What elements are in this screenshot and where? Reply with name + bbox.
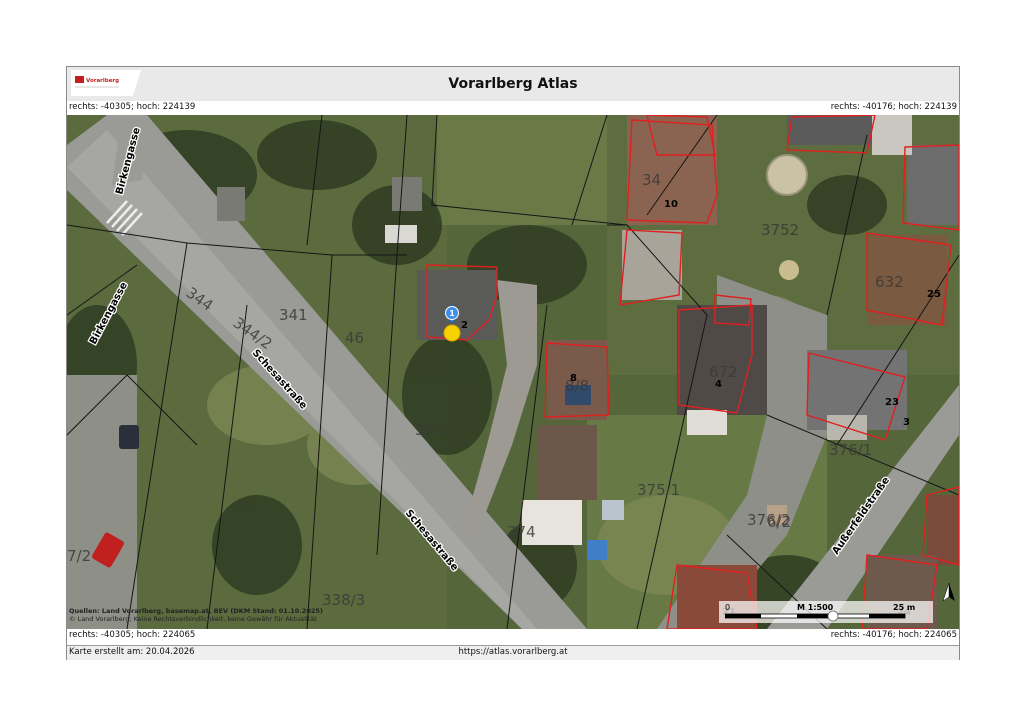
house-number: 23 [885,397,899,408]
coord-bottom-left: rechts: -40305; hoch: 224065 [69,630,196,640]
parking-area [67,375,137,629]
parcel-label: 6/2 [767,513,791,531]
house-number: 8 [570,373,577,384]
parcel-label: 46 [345,329,364,347]
parcel-label: 3752 [761,221,799,239]
parcel-label: 370/1 [415,421,458,439]
parcel-label: 34 [642,171,661,189]
house-number: 2 [461,320,468,331]
parcel-label: 8/8 [565,377,589,395]
coord-top-right: rechts: -40176; hoch: 224139 [830,102,957,112]
parcel-label: 376/1 [829,441,872,459]
footer-bar: Karte erstellt am: 20.04.2026 https://at… [67,645,959,660]
parcel-label: 338/3 [322,591,365,609]
parcel-label: 374 [507,523,536,541]
scale-ratio-label: M 1:500 [797,603,834,612]
bottom-coordinate-row: rechts: -40305; hoch: 224065 rechts: -40… [67,629,959,643]
map-sources: Quellen: Land Vorarlberg, basemap.at, BE… [69,607,323,623]
house-number: 3 [903,417,910,428]
aerial-map[interactable]: 344 344/2 341 46 370/1 374 375/1 376/2 3… [67,115,959,629]
north-arrow-icon [942,583,955,602]
coord-top-left: rechts: -40305; hoch: 224139 [69,102,196,112]
sources-line-1: Quellen: Land Vorarlberg, basemap.at, BE… [69,607,323,615]
scale-end-label: 25 m [893,603,915,612]
page-title: Vorarlberg Atlas [448,76,578,92]
sources-line-2: © Land Vorarlberg; Keine Rechtsverbindli… [69,615,317,623]
atlas-url-link[interactable]: https://atlas.vorarlberg.at [67,647,959,657]
house-number: 4 [715,379,722,390]
house-number: 25 [927,289,941,300]
parcel-label: 7/2 [67,547,91,565]
house-number: 10 [664,199,678,210]
map-canvas: 344 344/2 341 46 370/1 374 375/1 376/2 3… [67,115,959,629]
parcel-label: 375/1 [637,481,680,499]
top-coordinate-row: rechts: -40305; hoch: 224139 rechts: -40… [67,101,959,115]
marker-number: 1 [449,309,455,318]
scale-bar: 0 M 1:500 25 m [719,601,933,623]
scale-start-label: 0 [725,603,730,612]
header-bar: Vorarlberg Vorarlberg Atlas [67,67,959,102]
parcel-label: 341 [279,306,308,324]
map-print-frame: Vorarlberg Vorarlberg Atlas rechts: -403… [66,66,960,660]
parcel-label: 672 [709,363,738,381]
parcel-label: 632 [875,273,904,291]
coord-bottom-right: rechts: -40176; hoch: 224065 [830,630,957,640]
